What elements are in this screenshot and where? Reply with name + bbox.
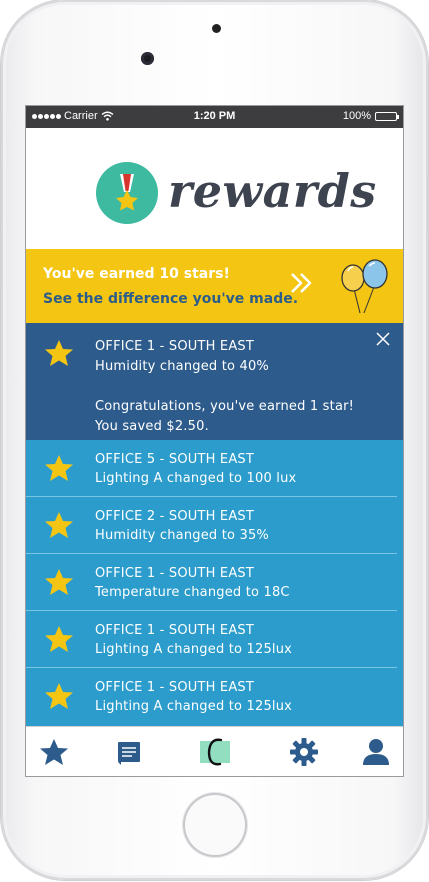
notification-change: Lighting A changed to 125lux: [95, 642, 293, 657]
tab-notes[interactable]: [111, 735, 147, 769]
star-icon: [45, 626, 73, 652]
notification-change: Temperature changed to 18C: [95, 585, 290, 600]
user-icon: [363, 739, 389, 765]
earpiece: [212, 24, 221, 33]
star-icon: [45, 569, 73, 595]
balloons-icon: [341, 259, 388, 314]
battery-percent: 100%: [342, 110, 371, 122]
notes-icon: [118, 742, 140, 765]
notification-item-expanded[interactable]: OFFICE 1 - SOUTH EAST Humidity changed t…: [26, 323, 403, 440]
star-icon: [45, 683, 73, 709]
front-camera: [141, 52, 154, 65]
app-screen: Carrier 1:20 PM 100% rewards You've earn…: [26, 106, 403, 776]
see-difference-link[interactable]: See the difference you've made.: [43, 291, 298, 307]
medal-star-icon: [96, 162, 158, 224]
tab-profile[interactable]: [358, 735, 394, 769]
star-icon: [45, 512, 73, 538]
notification-item[interactable]: OFFICE 1 - SOUTH EAST Temperature change…: [26, 554, 403, 611]
notification-item[interactable]: OFFICE 1 - SOUTH EAST Lighting A changed…: [26, 668, 403, 726]
tab-home-brand[interactable]: [197, 735, 233, 769]
notification-change: Humidity changed to 40%: [95, 359, 269, 374]
notification-office: OFFICE 1 - SOUTH EAST: [95, 339, 255, 354]
mute-switch: [0, 112, 2, 142]
app-header: rewards: [26, 128, 403, 249]
double-chevron-right-icon[interactable]: [288, 269, 316, 297]
volume-up-button: [0, 166, 2, 222]
notification-change: Lighting A changed to 125lux: [95, 699, 293, 714]
notification-office: OFFICE 5 - SOUTH EAST: [95, 452, 255, 467]
star-icon: [40, 739, 68, 765]
brand-c-icon: [200, 738, 230, 766]
battery-icon: [375, 111, 399, 121]
notification-office: OFFICE 1 - SOUTH EAST: [95, 680, 255, 695]
star-icon: [45, 340, 73, 366]
tab-rewards[interactable]: [36, 735, 72, 769]
gear-icon: [290, 738, 318, 766]
notification-list: OFFICE 1 - SOUTH EAST Humidity changed t…: [26, 323, 403, 726]
star-icon: [45, 455, 73, 481]
tab-settings[interactable]: [286, 735, 322, 769]
notification-message: Congratulations, you've earned 1 star!: [95, 399, 355, 414]
notification-change: Lighting A changed to 100 lux: [95, 471, 297, 486]
notification-office: OFFICE 2 - SOUTH EAST: [95, 509, 255, 524]
brand-title: rewards: [168, 164, 377, 218]
notification-item[interactable]: OFFICE 5 - SOUTH EAST Lighting A changed…: [26, 440, 403, 497]
home-button[interactable]: [183, 793, 247, 857]
notification-office: OFFICE 1 - SOUTH EAST: [95, 623, 255, 638]
close-icon[interactable]: [375, 331, 391, 347]
rewards-banner[interactable]: You've earned 10 stars! See the differen…: [26, 249, 403, 323]
notification-change: Humidity changed to 35%: [95, 528, 269, 543]
notification-item[interactable]: OFFICE 2 - SOUTH EAST Humidity changed t…: [26, 497, 403, 554]
notification-item[interactable]: OFFICE 1 - SOUTH EAST Lighting A changed…: [26, 611, 403, 668]
volume-down-button: [0, 232, 2, 288]
stars-earned-text: You've earned 10 stars!: [43, 266, 230, 282]
tab-bar: [26, 726, 403, 776]
status-bar: Carrier 1:20 PM 100%: [26, 106, 403, 128]
notification-savings: You saved $2.50.: [95, 419, 209, 434]
notification-office: OFFICE 1 - SOUTH EAST: [95, 566, 255, 581]
